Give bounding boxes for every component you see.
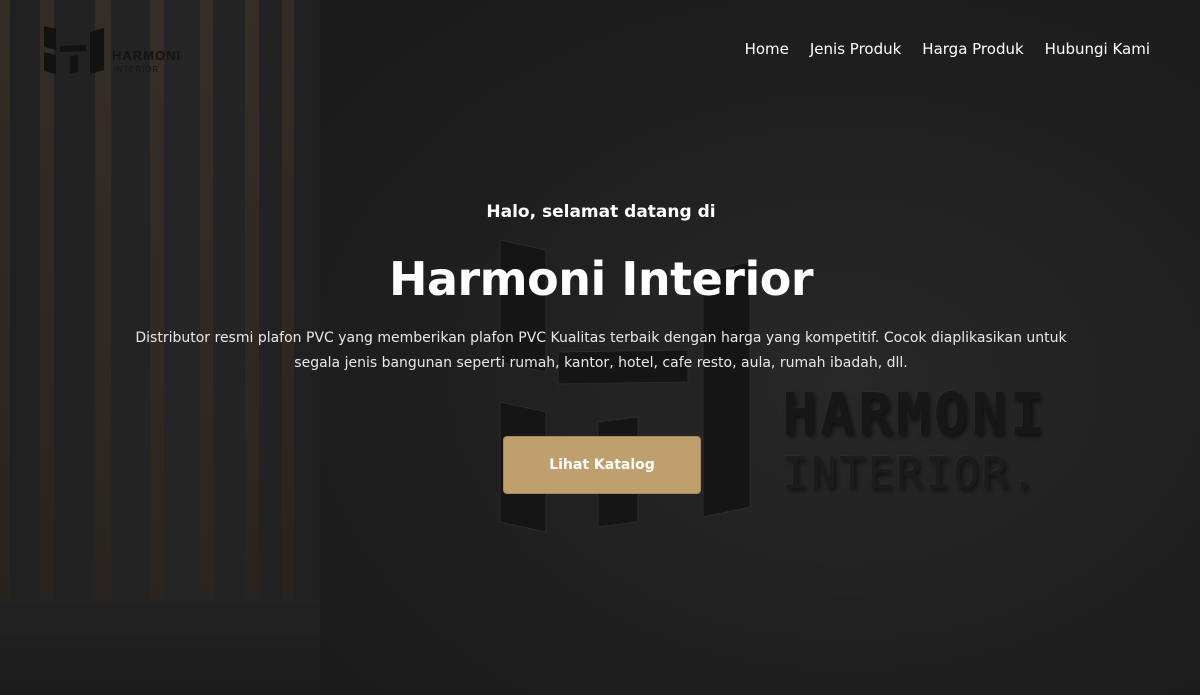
logo-wordmark: HARMONI bbox=[112, 48, 182, 63]
hero-section: HARMONI INTERIOR. HARMONI INTERIOR Home … bbox=[0, 0, 1200, 695]
nav-item-harga-produk[interactable]: Harga Produk bbox=[922, 40, 1023, 58]
logo-mark-icon bbox=[44, 26, 104, 74]
main-nav: Home Jenis Produk Harga Produk Hubungi K… bbox=[745, 40, 1150, 58]
view-catalog-button[interactable]: Lihat Katalog bbox=[503, 436, 701, 494]
nav-item-hubungi-kami[interactable]: Hubungi Kami bbox=[1045, 40, 1150, 58]
nav-item-home[interactable]: Home bbox=[745, 40, 789, 58]
hero-title: Harmoni Interior bbox=[388, 252, 814, 306]
hero-greeting: Halo, selamat datang di bbox=[486, 202, 716, 222]
brand-logo[interactable]: HARMONI INTERIOR bbox=[42, 24, 192, 76]
logo-subtitle: INTERIOR bbox=[113, 65, 160, 74]
nav-item-jenis-produk[interactable]: Jenis Produk bbox=[810, 40, 901, 58]
hero-description: Distributor resmi plafon PVC yang member… bbox=[135, 330, 1067, 371]
